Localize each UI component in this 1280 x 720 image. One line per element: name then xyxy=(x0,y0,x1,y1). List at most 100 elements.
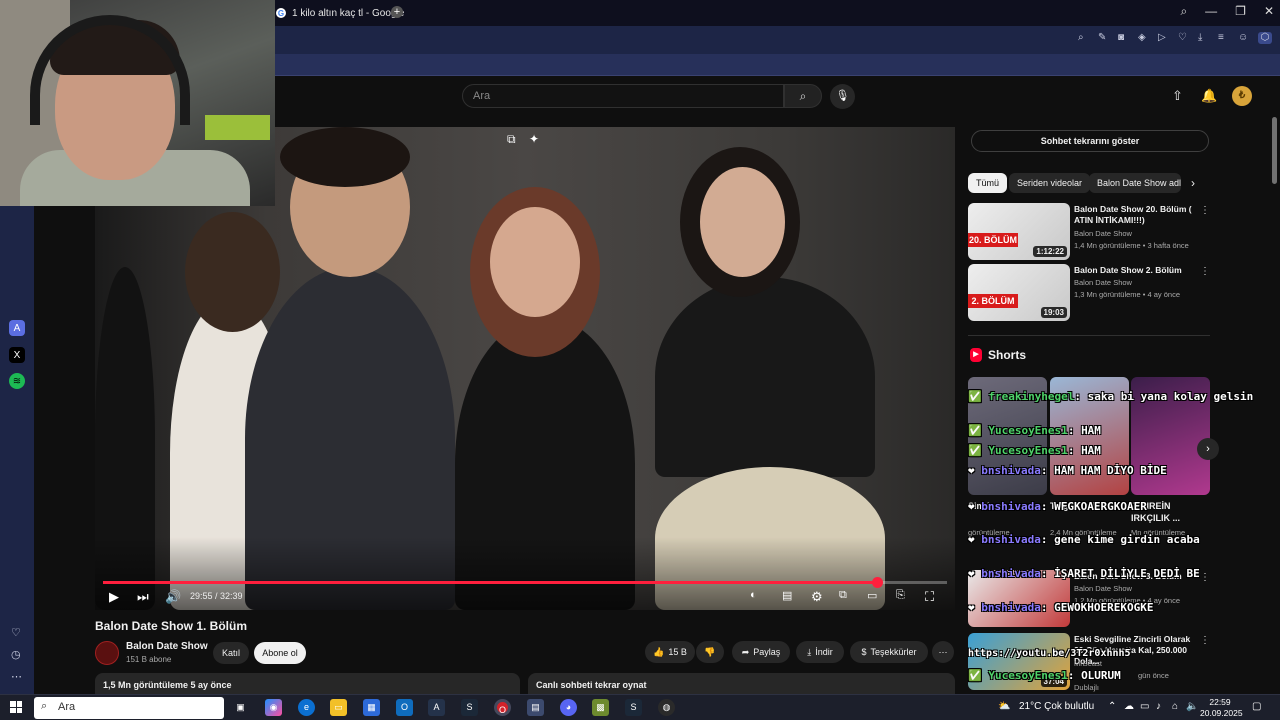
steam-icon[interactable]: S xyxy=(625,699,642,716)
subtitles-icon[interactable]: ▤ xyxy=(782,589,792,602)
heart-icon[interactable]: ♡ xyxy=(11,626,21,639)
dislike-button[interactable]: 👎 xyxy=(696,641,724,663)
search-button[interactable]: ⌕ xyxy=(784,84,822,108)
chip-series[interactable]: Seriden videolar xyxy=(1009,173,1091,193)
fullscreen-icon[interactable]: ⛶ xyxy=(925,589,934,605)
file-explorer-icon[interactable]: ▭ xyxy=(330,699,347,716)
more-vert-icon[interactable]: ⋮ xyxy=(1200,266,1210,277)
thanks-button[interactable]: $ Teşekkürler xyxy=(850,641,928,663)
x-icon[interactable]: X xyxy=(9,347,25,363)
maximize-icon[interactable]: ❐ xyxy=(1235,4,1246,19)
show-chat-replay-button[interactable]: Sohbet tekrarını göster xyxy=(971,130,1209,152)
spotify-icon[interactable]: ≋ xyxy=(9,373,25,389)
miniplayer-icon[interactable]: ⧉ xyxy=(507,132,516,147)
google-icon: G xyxy=(276,8,286,18)
share-button[interactable]: ➦ Paylaş xyxy=(732,641,790,663)
more-vert-icon[interactable]: ⋮ xyxy=(1200,572,1210,583)
search-tabs-icon[interactable]: ⌕ xyxy=(1180,4,1187,19)
chip-all[interactable]: Tümü xyxy=(968,173,1008,193)
channel-name[interactable]: Balon Date Show xyxy=(126,641,208,652)
camera-icon[interactable]: ◙ xyxy=(1118,32,1128,44)
bell-icon[interactable]: 🔔 xyxy=(1201,88,1217,104)
weather-icon[interactable]: ⛅ xyxy=(998,701,1010,712)
toolbar-icons: ⌕ ✎ ◙ ◈ ▷ ♡ ⤓ ≡ ☺ ⬡ xyxy=(1078,32,1272,44)
theater-icon[interactable]: ▭ xyxy=(867,589,877,602)
shorts-label: Shorts xyxy=(988,348,1027,362)
recommendation-item[interactable]: 37:04 Eski Sevgiline Zincirli Olarak 30 … xyxy=(968,633,1210,692)
sparkle-icon[interactable]: ✦ xyxy=(529,132,539,146)
app-store-icon[interactable]: A xyxy=(9,320,25,336)
play-icon[interactable]: ▶ xyxy=(109,589,119,605)
join-button[interactable]: Katıl xyxy=(213,642,249,664)
like-button[interactable]: 👍 15 B xyxy=(645,641,695,663)
microphone-icon[interactable]: 🎙 xyxy=(830,84,855,109)
browser-tab[interactable]: G 1 kilo altın kaç tl - Google xyxy=(276,4,404,22)
steam-icon[interactable]: S xyxy=(461,699,478,716)
chevron-up-icon[interactable]: ⌃ xyxy=(1108,701,1116,712)
edge-icon[interactable]: e xyxy=(298,699,315,716)
download-icon[interactable]: ⤓ xyxy=(1198,32,1208,44)
next-icon[interactable]: ⏭ xyxy=(137,589,149,605)
app-icon[interactable]: A xyxy=(428,699,445,716)
shorts-heading: ▶ Shorts xyxy=(970,348,1026,362)
cast-icon[interactable]: ⎘ xyxy=(896,589,905,602)
task-view-icon[interactable]: ▣ xyxy=(232,699,249,716)
cloud-icon[interactable]: ☁ xyxy=(1124,701,1134,712)
subscribe-button[interactable]: Abone ol xyxy=(254,642,306,664)
recommendation-item[interactable]: 20. BÖLÜM 1:12:22 Balon Date Show 20. Bö… xyxy=(968,203,1210,261)
battery-icon[interactable]: ▭ xyxy=(1140,701,1149,712)
notifications-icon[interactable]: ▢ xyxy=(1252,701,1261,712)
volume-icon[interactable]: 🔊 xyxy=(165,589,181,605)
heart-icon[interactable]: ♡ xyxy=(1178,32,1188,44)
windows-start-icon[interactable] xyxy=(10,701,22,713)
description-box[interactable]: 1,5 Mn görüntüleme 5 ay önce xyxy=(95,673,520,695)
clock[interactable]: 22:59 20.09.2025 xyxy=(1200,697,1243,719)
progress-scrubber[interactable] xyxy=(872,577,883,588)
store-icon[interactable]: ▦ xyxy=(363,699,380,716)
taskbar-search-label: Ara xyxy=(58,701,76,713)
history-icon[interactable]: ◷ xyxy=(11,648,21,661)
shield-icon[interactable]: ◈ xyxy=(1138,32,1148,44)
close-icon[interactable]: ✕ xyxy=(1264,4,1274,19)
mic-icon[interactable]: ♪ xyxy=(1156,701,1161,712)
extension-icon[interactable]: ⬡ xyxy=(1258,32,1272,44)
play-icon[interactable]: ▷ xyxy=(1158,32,1168,44)
chat-replay-box[interactable]: Canlı sohbeti tekrar oynat xyxy=(528,673,955,695)
volume-icon[interactable]: 🔈 xyxy=(1186,701,1198,712)
weather-text[interactable]: 21°C Çok bulutlu xyxy=(1019,701,1094,712)
recommendation-channel: Balon Date Show xyxy=(1074,584,1132,593)
discord-icon[interactable]: ◕ xyxy=(560,699,577,716)
menu-icon[interactable]: ≡ xyxy=(1218,32,1228,44)
opera-icon[interactable]: O xyxy=(494,699,511,716)
shorts-next-button[interactable]: › xyxy=(1197,438,1219,460)
more-vert-icon[interactable]: ⋮ xyxy=(1200,205,1210,216)
episode-badge: 20. BÖLÜM xyxy=(968,233,1018,247)
chip-channel[interactable]: Balon Date Show adlı xyxy=(1089,173,1181,193)
more-actions-button[interactable]: ⋯ xyxy=(932,641,954,663)
settings-icon[interactable]: ⚙ xyxy=(811,589,823,605)
search-input[interactable]: Ara xyxy=(462,84,784,108)
profile-icon[interactable]: ☺ xyxy=(1238,32,1248,44)
network-icon[interactable]: ⌂ xyxy=(1172,701,1178,712)
minimize-icon[interactable]: — xyxy=(1205,4,1217,19)
upload-icon[interactable]: ⇧ xyxy=(1172,88,1183,104)
avatar[interactable]: ₺ xyxy=(1232,86,1252,106)
more-icon[interactable]: ⋯ xyxy=(11,670,22,683)
miniplayer-button-icon[interactable]: ⧉ xyxy=(839,589,847,602)
autoplay-toggle[interactable]: ◐ xyxy=(750,589,757,601)
download-button[interactable]: ⤓ İndir xyxy=(796,641,844,663)
chevron-right-icon[interactable]: › xyxy=(1191,176,1195,190)
edit-icon[interactable]: ✎ xyxy=(1098,32,1108,44)
outlook-icon[interactable]: O xyxy=(396,699,413,716)
zoom-icon[interactable]: ⌕ xyxy=(1078,32,1088,44)
minecraft-icon[interactable]: ▩ xyxy=(592,699,609,716)
scrollbar[interactable] xyxy=(1272,117,1277,184)
recommendation-item[interactable]: 2. BÖLÜM 19:03 Balon Date Show 2. Bölüm … xyxy=(968,264,1210,322)
taskbar-search[interactable]: ⌕ Ara xyxy=(34,697,224,719)
copilot-icon[interactable]: ◉ xyxy=(265,699,282,716)
app-icon[interactable]: ▤ xyxy=(527,699,544,716)
new-tab-button[interactable]: + xyxy=(391,6,403,18)
obs-icon[interactable]: ◍ xyxy=(658,699,675,716)
channel-avatar[interactable] xyxy=(95,641,119,665)
more-vert-icon[interactable]: ⋮ xyxy=(1200,635,1210,646)
